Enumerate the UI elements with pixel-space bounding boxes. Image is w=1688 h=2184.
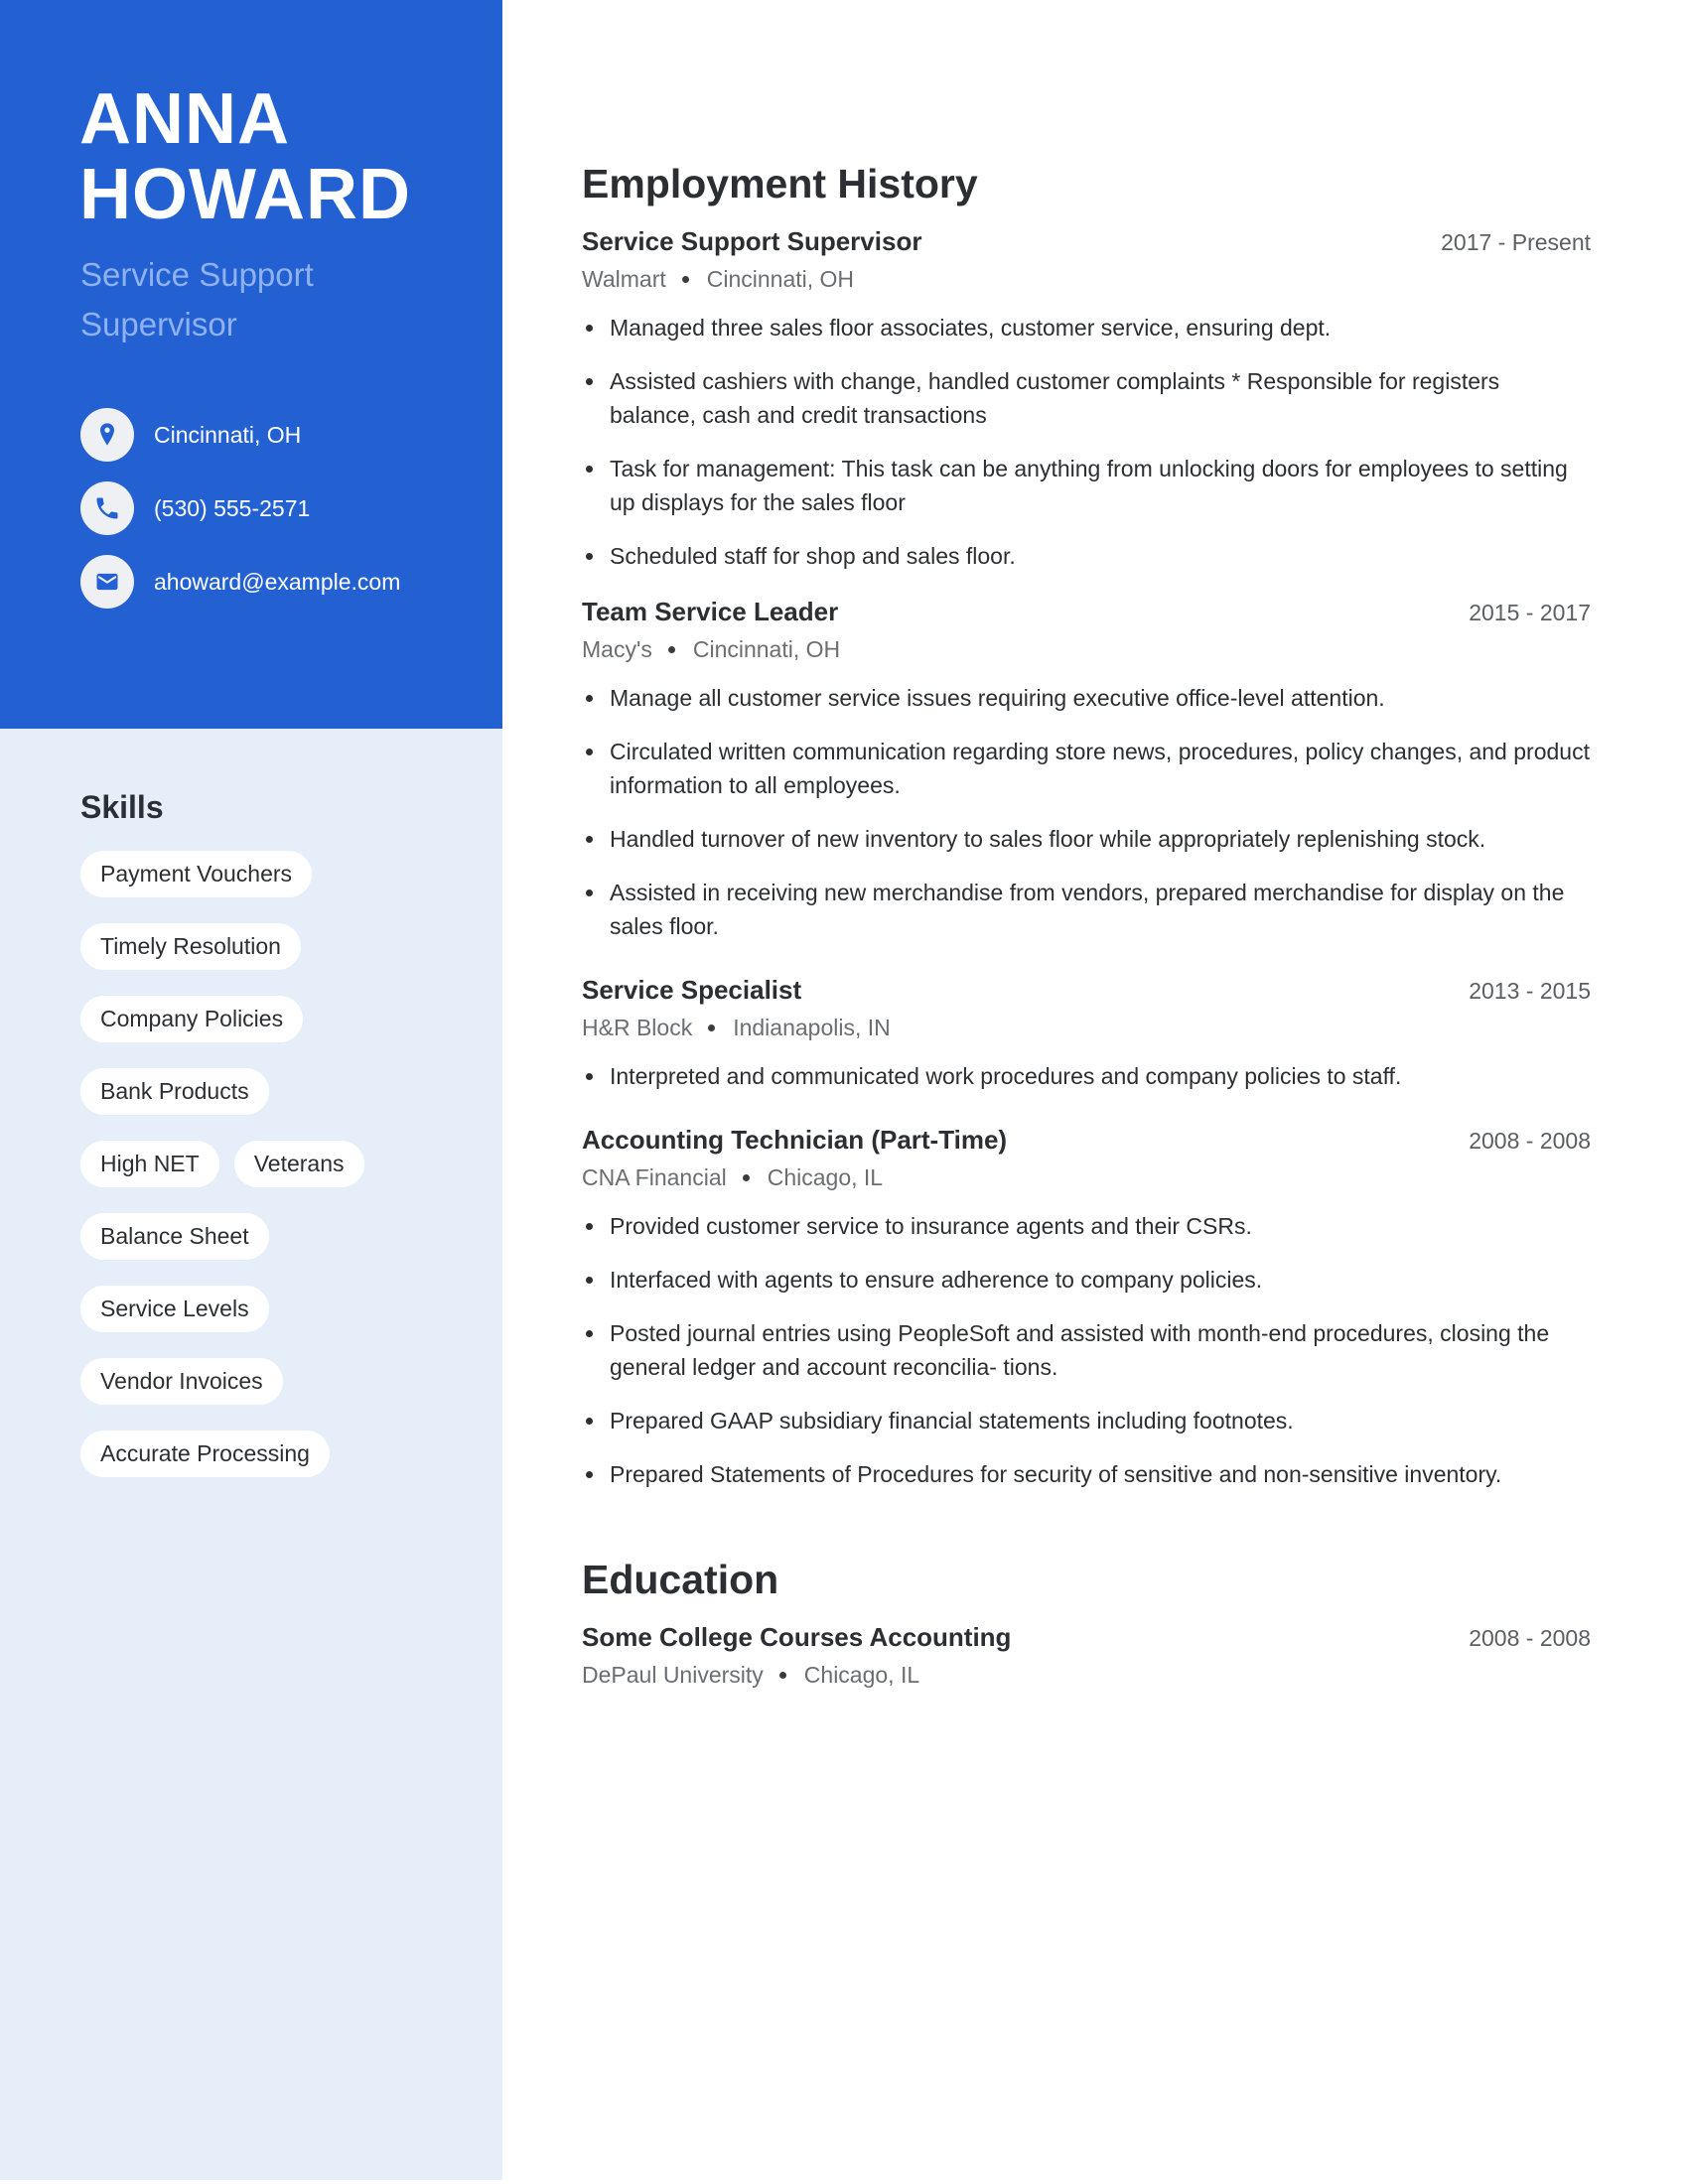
job-location: Cincinnati, OH bbox=[692, 636, 841, 662]
job-bullets: Provided customer service to insurance a… bbox=[582, 1209, 1591, 1491]
bullet-item: Interfaced with agents to ensure adheren… bbox=[582, 1263, 1591, 1297]
sidebar: ANNA HOWARD Service Support Supervisor C… bbox=[0, 0, 502, 2180]
sidebar-header: ANNA HOWARD Service Support Supervisor C… bbox=[0, 0, 502, 729]
skill-chip: Bank Products bbox=[80, 1068, 269, 1115]
job-entry: Service Support Supervisor 2017 - Presen… bbox=[582, 222, 1591, 573]
separator-dot bbox=[681, 275, 689, 283]
job-title: Accounting Technician (Part-Time) bbox=[582, 1125, 1008, 1155]
skill-chip: Vendor Invoices bbox=[80, 1358, 283, 1405]
job-title: Team Service Leader bbox=[582, 597, 839, 626]
bullet-item: Prepared Statements of Procedures for se… bbox=[582, 1457, 1591, 1491]
contact-email: ahoward@example.com bbox=[80, 555, 400, 609]
job-location: Chicago, IL bbox=[767, 1164, 884, 1190]
contact-list: Cincinnati, OH (530) 555-2571 ahoward@ex… bbox=[80, 408, 400, 628]
job-company: CNA Financial bbox=[582, 1164, 727, 1190]
job-bullets: Interpreted and communicated work proced… bbox=[582, 1059, 1591, 1093]
job-dates: 2013 - 2015 bbox=[1469, 978, 1591, 1004]
school-name: DePaul University bbox=[582, 1662, 764, 1688]
bullet-item: Manage all customer service issues requi… bbox=[582, 681, 1591, 715]
job-dates: 2017 - Present bbox=[1441, 229, 1591, 255]
location-text: Cincinnati, OH bbox=[154, 421, 302, 448]
email-link[interactable]: ahoward@example.com bbox=[154, 569, 400, 596]
job-entry: Accounting Technician (Part-Time) 2008 -… bbox=[582, 1121, 1591, 1491]
bullet-item: Assisted in receiving new merchandise fr… bbox=[582, 876, 1591, 943]
bullet-item: Managed three sales floor associates, cu… bbox=[582, 311, 1591, 344]
job-bullets: Manage all customer service issues requi… bbox=[582, 681, 1591, 943]
job-company: Macy's bbox=[582, 636, 652, 662]
separator-dot bbox=[742, 1173, 750, 1181]
bullet-item: Task for management: This task can be an… bbox=[582, 452, 1591, 519]
mail-icon bbox=[80, 555, 134, 609]
skill-chip: Veterans bbox=[233, 1141, 364, 1187]
bullet-item: Circulated written communication regardi… bbox=[582, 735, 1591, 802]
skill-chip: Payment Vouchers bbox=[80, 851, 313, 897]
degree-title: Some College Courses Accounting bbox=[582, 1622, 1012, 1652]
employment-heading: Employment History bbox=[582, 161, 978, 206]
phone-icon bbox=[80, 481, 134, 535]
main-content: Employment History Service Support Super… bbox=[582, 159, 1591, 1693]
bullet-item: Posted journal entries using PeopleSoft … bbox=[582, 1316, 1591, 1384]
skill-chip: Timely Resolution bbox=[80, 923, 301, 970]
skill-chip: Accurate Processing bbox=[80, 1431, 330, 1477]
skill-chip: High NET bbox=[80, 1141, 219, 1187]
education-entry: Some College Courses Accounting 2008 - 2… bbox=[582, 1618, 1591, 1693]
contact-location: Cincinnati, OH bbox=[80, 408, 400, 462]
education-heading: Education bbox=[582, 1557, 779, 1602]
separator-dot bbox=[778, 1671, 786, 1679]
bullet-item: Provided customer service to insurance a… bbox=[582, 1209, 1591, 1243]
separator-dot bbox=[708, 1024, 716, 1031]
skills-list: Payment Vouchers Timely Resolution Compa… bbox=[80, 851, 478, 1477]
school-location: Chicago, IL bbox=[803, 1662, 920, 1688]
job-title: Service Support Supervisor bbox=[582, 226, 922, 256]
education-dates: 2008 - 2008 bbox=[1469, 1625, 1591, 1651]
location-pin-icon bbox=[80, 408, 134, 462]
candidate-name: ANNA HOWARD bbox=[79, 81, 411, 232]
bullet-item: Scheduled staff for shop and sales floor… bbox=[582, 539, 1591, 573]
job-company: Walmart bbox=[582, 266, 666, 292]
job-title: Service Specialist bbox=[582, 975, 802, 1005]
contact-phone: (530) 555-2571 bbox=[80, 481, 400, 535]
job-entry: Service Specialist 2013 - 2015 H&R Block… bbox=[582, 971, 1591, 1093]
separator-dot bbox=[667, 645, 675, 653]
bullet-item: Interpreted and communicated work proced… bbox=[582, 1059, 1591, 1093]
job-dates: 2008 - 2008 bbox=[1469, 1128, 1591, 1154]
skill-chip: Company Policies bbox=[80, 996, 304, 1042]
job-location: Indianapolis, IN bbox=[733, 1015, 891, 1040]
skill-chip: Service Levels bbox=[80, 1286, 269, 1332]
last-name: HOWARD bbox=[79, 155, 411, 234]
skill-chip: Balance Sheet bbox=[80, 1213, 269, 1260]
education-section: Education Some College Courses Accountin… bbox=[582, 1555, 1591, 1693]
job-entry: Team Service Leader 2015 - 2017 Macy's C… bbox=[582, 593, 1591, 943]
employment-section: Employment History Service Support Super… bbox=[582, 159, 1591, 1491]
first-name: ANNA bbox=[79, 79, 290, 159]
job-headline: Service Support Supervisor bbox=[80, 256, 314, 342]
phone-text[interactable]: (530) 555-2571 bbox=[154, 495, 310, 522]
bullet-item: Assisted cashiers with change, handled c… bbox=[582, 364, 1591, 432]
skills-heading: Skills bbox=[80, 789, 164, 825]
job-location: Cincinnati, OH bbox=[706, 266, 855, 292]
job-bullets: Managed three sales floor associates, cu… bbox=[582, 311, 1591, 573]
job-company: H&R Block bbox=[582, 1015, 693, 1040]
bullet-item: Prepared GAAP subsidiary financial state… bbox=[582, 1404, 1591, 1437]
job-dates: 2015 - 2017 bbox=[1469, 600, 1591, 625]
bullet-item: Handled turnover of new inventory to sal… bbox=[582, 822, 1591, 856]
